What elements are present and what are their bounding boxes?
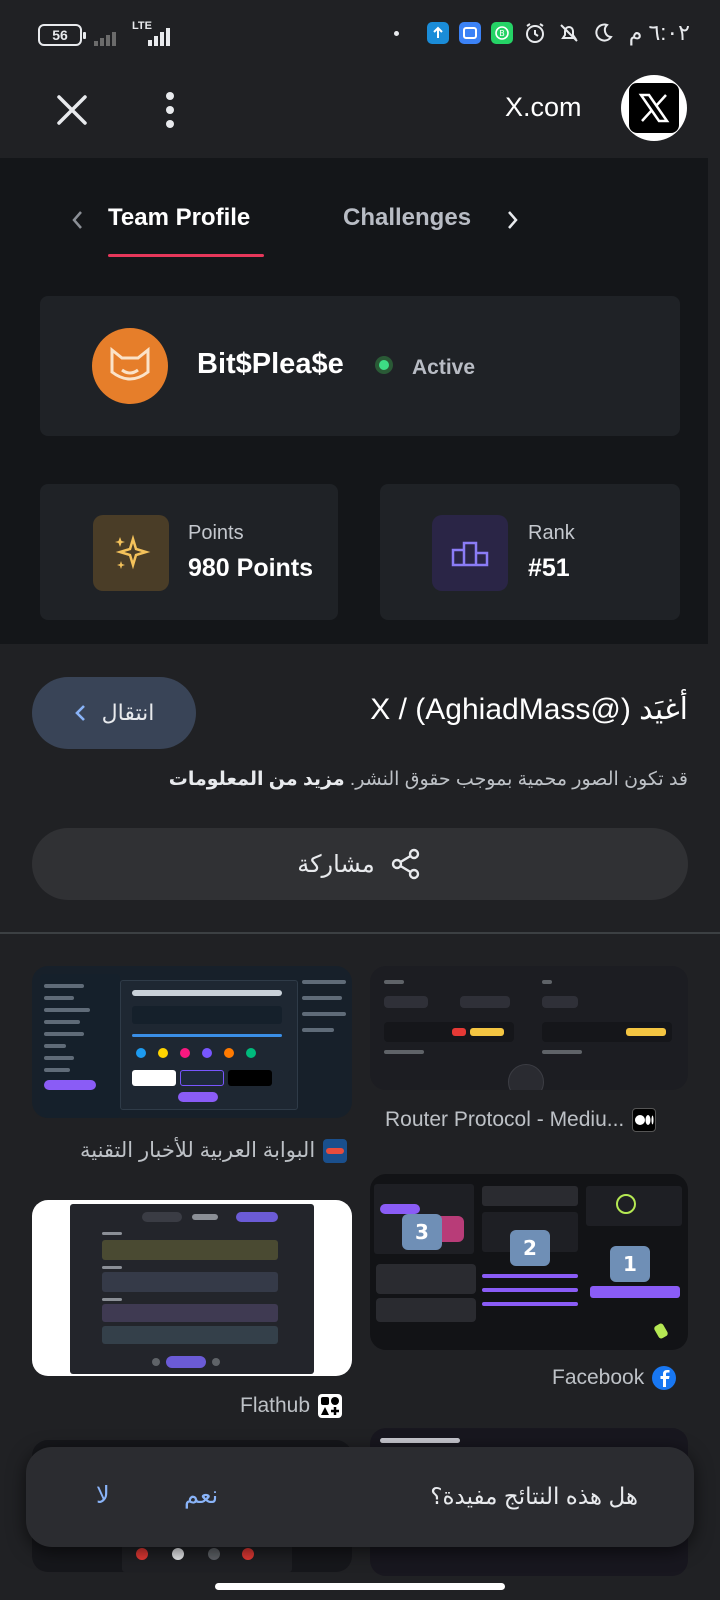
status-right: B ٦:٠٢ م <box>393 20 690 46</box>
related-source-1-label: البوابة العربية للأخبار التقنية <box>80 1139 316 1162</box>
cat-mask-icon <box>110 346 150 381</box>
medium-favicon <box>632 1108 657 1132</box>
do-not-disturb-moon-icon <box>591 21 615 45</box>
status-bar: 56 LTE B ٦:٠٢ م <box>0 0 720 70</box>
related-image-4[interactable]: 3 2 1 <box>370 1174 688 1350</box>
clock: ٦:٠٢ م <box>628 20 690 45</box>
points-card: Points 980 Points <box>40 484 338 620</box>
image-edge <box>708 158 720 644</box>
related-source-2-label: Router Protocol - Mediu... <box>385 1108 625 1131</box>
upload-app-icon <box>426 22 449 44</box>
feedback-bar: هل هذه النتائج مفيدة؟ نعم لا <box>26 1447 694 1547</box>
preview-image[interactable]: Team Profile Challenges Bit$Plea$e Activ… <box>0 158 720 644</box>
rank-label: Rank <box>528 522 575 544</box>
section-divider <box>0 932 720 934</box>
screen-app-icon <box>458 22 481 44</box>
whatsapp-business-icon: B <box>490 22 513 44</box>
more-options-button[interactable] <box>152 88 188 132</box>
battery-indicator: 56 <box>38 24 86 46</box>
related-source-4[interactable]: Facebook <box>552 1366 677 1390</box>
gesture-home-bar[interactable] <box>215 1583 505 1590</box>
sparkles-icon <box>93 515 169 591</box>
feedback-no-button[interactable]: لا <box>96 1481 110 1510</box>
tab-prev-arrow-icon[interactable] <box>68 208 88 232</box>
tab-challenges[interactable]: Challenges <box>343 204 477 232</box>
active-status-dot <box>375 356 393 374</box>
alarm-icon <box>523 21 547 45</box>
share-label: مشاركة <box>297 850 375 878</box>
related-source-3[interactable]: Flathub <box>240 1394 343 1418</box>
x-logo-icon <box>629 83 679 133</box>
points-label: Points <box>188 522 244 544</box>
image-viewer-header: X.com <box>0 70 720 158</box>
site-logo[interactable] <box>621 75 687 141</box>
feedback-yes-button[interactable]: نعم <box>184 1481 218 1510</box>
signal-icon-sim2 <box>148 26 170 46</box>
chevron-right-icon <box>74 705 85 721</box>
close-button[interactable] <box>50 88 94 132</box>
visit-button[interactable]: انتقال <box>32 677 196 749</box>
notification-dot-icon <box>393 30 399 36</box>
related-source-2[interactable]: Router Protocol - Mediu... <box>385 1108 657 1132</box>
share-button[interactable]: مشاركة <box>32 828 688 900</box>
tab-next-arrow-icon[interactable] <box>502 208 522 232</box>
related-source-4-label: Facebook <box>552 1366 645 1389</box>
team-avatar <box>92 328 168 404</box>
screen: 56 LTE B ٦:٠٢ م X.com Team Profile Chall… <box>0 0 720 1600</box>
rank-card: Rank #51 <box>380 484 680 620</box>
copyright-text: قد تكون الصور محمية بموجب حقوق النشر. <box>349 769 688 790</box>
facebook-favicon <box>652 1366 677 1390</box>
rank-value: #51 <box>528 554 570 582</box>
podium-icon <box>432 515 508 591</box>
related-source-1[interactable]: البوابة العربية للأخبار التقنية <box>80 1138 348 1163</box>
related-source-3-label: Flathub <box>240 1394 311 1417</box>
more-vert-icon <box>166 92 174 128</box>
team-status: Active <box>412 356 476 379</box>
tab-team-profile[interactable]: Team Profile <box>108 204 250 232</box>
more-info-link[interactable]: مزيد من المعلومات <box>169 769 345 790</box>
result-title[interactable]: أغيَد (@AghiadMass) / X <box>370 692 688 727</box>
share-icon <box>391 848 419 880</box>
mute-icon <box>557 21 581 45</box>
team-card: Bit$Plea$e Active <box>40 296 680 436</box>
visit-label: انتقال <box>101 700 155 725</box>
team-name: Bit$Plea$e <box>197 348 344 380</box>
arabic-portal-favicon <box>323 1138 348 1163</box>
close-icon <box>57 95 87 125</box>
feedback-question: هل هذه النتائج مفيدة؟ <box>430 1483 638 1509</box>
related-image-3[interactable] <box>32 1200 352 1376</box>
flathub-favicon <box>318 1394 343 1418</box>
signal-icon-sim1 <box>94 26 116 46</box>
points-value: 980 Points <box>188 554 314 582</box>
related-image-1[interactable] <box>32 966 352 1118</box>
site-name[interactable]: X.com <box>505 92 582 123</box>
result-info: انتقال أغيَد (@AghiadMass) / X قد تكون ا… <box>0 644 720 934</box>
svg-text:B: B <box>499 29 505 38</box>
related-image-2[interactable] <box>370 966 688 1090</box>
copyright-notice: قد تكون الصور محمية بموجب حقوق النشر. مز… <box>169 768 688 791</box>
active-tab-underline <box>108 254 264 257</box>
